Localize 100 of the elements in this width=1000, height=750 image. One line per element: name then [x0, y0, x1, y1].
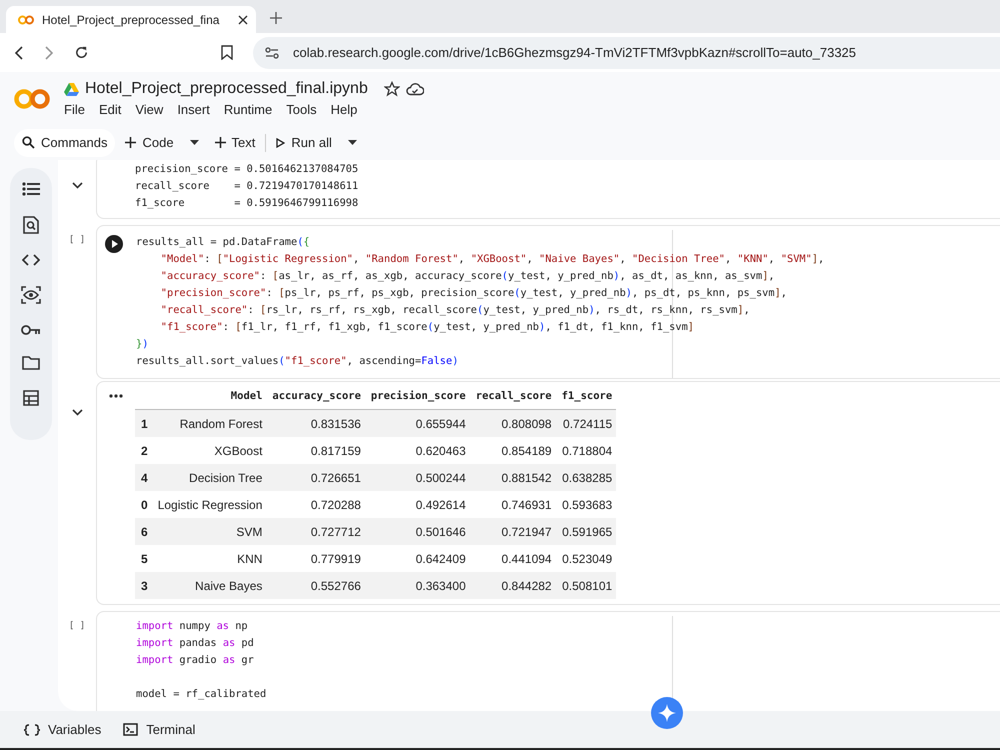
output-line: f1_score = 0.5919646799116998 — [135, 196, 360, 211]
find-icon[interactable] — [23, 216, 39, 234]
table-icon[interactable] — [23, 390, 39, 406]
code-line: "accuracy_score": [as_lr, as_rf, as_xgb, accuracy_score(y_test, y_pred_nb), as_dt, as_knn, as_svm], — [160, 269, 776, 284]
code-cell[interactable] — [96, 225, 1000, 379]
table-cell: 0.523049 — [556, 545, 616, 572]
close-icon[interactable] — [238, 14, 248, 24]
plus-icon — [125, 137, 136, 148]
table-cell: 0.363400 — [364, 572, 470, 599]
table-cell: 0.492614 — [364, 491, 470, 518]
row-index: 5 — [135, 545, 152, 572]
menu-item[interactable]: Insert — [177, 102, 210, 117]
run-cell-icon[interactable] — [105, 235, 123, 253]
table-cell: Decision Tree — [152, 464, 266, 491]
plus-icon — [214, 137, 226, 148]
code-line: import numpy as np — [136, 619, 249, 634]
table-cell: SVM — [152, 518, 266, 545]
table-cell: 0.817159 — [266, 437, 365, 464]
forward-icon[interactable] — [44, 46, 54, 60]
table-cell: 0.508101 — [556, 572, 616, 599]
output-line: recall_score = 0.7219470170148611 — [135, 179, 360, 194]
table-cell: Random Forest — [152, 410, 266, 437]
table-cell: 0.718804 — [556, 437, 616, 464]
new-tab-icon[interactable] — [270, 12, 282, 24]
table-cell: Naive Bayes — [152, 572, 266, 599]
star-icon[interactable] — [384, 81, 400, 97]
table-cell: 0.591965 — [556, 518, 616, 545]
add-code-button[interactable]: Code — [121, 130, 178, 156]
table-cell: 0.724115 — [556, 410, 616, 437]
browser-tab[interactable]: Hotel_Project_preprocessed_fina — [6, 6, 256, 33]
colab-logo-icon[interactable] — [14, 88, 50, 110]
code-line: "Model": ["Logistic Regression", "Random Forest", "XGBoost", "Naive Bayes", "Decision Tree", "KNN", "SVM"], — [160, 252, 826, 267]
table-cell: 0.720288 — [266, 491, 365, 518]
caret-icon[interactable] — [348, 140, 357, 145]
menu-item[interactable]: Edit — [98, 102, 122, 117]
menu-item[interactable]: Runtime — [224, 102, 272, 117]
table-cell: 0.727712 — [266, 518, 365, 545]
table-cell: 0.746931 — [470, 491, 556, 518]
code-line: results_all = pd.DataFrame({ — [136, 235, 311, 250]
cloud-icon[interactable] — [406, 82, 424, 96]
table-cell: 0.721947 — [470, 518, 556, 545]
table-cell: 0.831536 — [266, 410, 365, 437]
add-text-button[interactable]: Text — [210, 130, 260, 156]
table-cell: 0.593683 — [556, 491, 616, 518]
commands-button[interactable]: Commands — [14, 128, 116, 156]
table-cell: 0.500244 — [364, 464, 470, 491]
menu-item[interactable]: File — [64, 102, 85, 117]
drive-icon[interactable] — [64, 82, 79, 96]
code-icon[interactable] — [22, 254, 40, 266]
reload-icon[interactable] — [74, 45, 89, 60]
sparkle-button-icon[interactable] — [651, 697, 683, 729]
terminal-button[interactable]: Terminal — [123, 722, 196, 737]
row-index: 2 — [135, 437, 152, 464]
list-icon[interactable] — [22, 182, 40, 196]
code-line: "f1_score": [f1_lr, f1_rf, f1_xgb, f1_score(y_test, y_pred_nb), f1_dt, f1_knn, f1_svm] — [160, 320, 695, 335]
table-cell: 0.779919 — [266, 545, 365, 572]
code-line: import pandas as pd — [136, 636, 255, 651]
variables-button[interactable]: Variables — [24, 722, 102, 737]
collapse-icon[interactable] — [72, 182, 82, 189]
output-line: precision_score = 0.5016462137084705 — [135, 162, 360, 177]
collapse-icon[interactable] — [72, 409, 82, 416]
key-icon[interactable] — [21, 324, 41, 336]
menu-item[interactable]: Help — [330, 102, 358, 117]
code-line: "precision_score": [ps_lr, ps_rf, ps_xgb, precision_score(y_test, y_pred_nb), ps_dt, ps_knn, ps_svm], — [160, 286, 788, 301]
address-bar[interactable]: colab.research.google.com/drive/1cB6Ghezmsgz94-TmVi2TFTMf3vpbKazn#scrollTo=auto_73325 — [253, 36, 1000, 68]
menu-item[interactable]: Tools — [286, 102, 317, 117]
menu-item[interactable]: View — [135, 102, 164, 117]
run-all-button[interactable]: Run all — [272, 130, 336, 156]
more-icon[interactable] — [109, 394, 123, 398]
terminal-icon — [123, 723, 138, 736]
notebook-title[interactable]: Hotel_Project_preprocessed_final.ipynb — [85, 80, 368, 98]
table-cell: 0.881542 — [470, 464, 556, 491]
back-icon[interactable] — [14, 46, 24, 60]
execution-count: [ ] — [68, 621, 86, 631]
braces-icon — [24, 724, 40, 736]
eye-icon[interactable] — [21, 286, 41, 304]
folder-icon[interactable] — [22, 356, 40, 370]
table-cell: 0.501646 — [364, 518, 470, 545]
table-cell: 0.552766 — [266, 572, 365, 599]
table-cell: 0.726651 — [266, 464, 365, 491]
table-cell: 0.655944 — [364, 410, 470, 437]
row-index: 1 — [135, 410, 152, 437]
tab-title: Hotel_Project_preprocessed_fina — [42, 12, 220, 26]
search-icon — [22, 136, 35, 149]
code-line: "recall_score": [rs_lr, rs_rf, rs_xgb, recall_score(y_test, y_pred_nb), rs_dt, rs_knn, rs_svm], — [160, 303, 751, 318]
bookmark-icon[interactable] — [221, 45, 233, 60]
execution-count: [ ] — [68, 235, 86, 245]
table-cell: Logistic Regression — [152, 491, 266, 518]
site-settings-icon[interactable] — [265, 46, 279, 58]
row-index: 4 — [135, 464, 152, 491]
code-line: }) — [136, 337, 150, 352]
row-index: 0 — [135, 491, 152, 518]
table-cell: 0.642409 — [364, 545, 470, 572]
table-cell: 0.844282 — [470, 572, 556, 599]
table-cell: KNN — [152, 545, 266, 572]
caret-icon[interactable] — [190, 140, 199, 145]
code-line: model = rf_calibrated — [136, 687, 268, 702]
code-line: results_all.sort_values("f1_score", ascending=False) — [136, 354, 460, 369]
table-cell: 0.854189 — [470, 437, 556, 464]
table-cell: XGBoost — [152, 437, 266, 464]
